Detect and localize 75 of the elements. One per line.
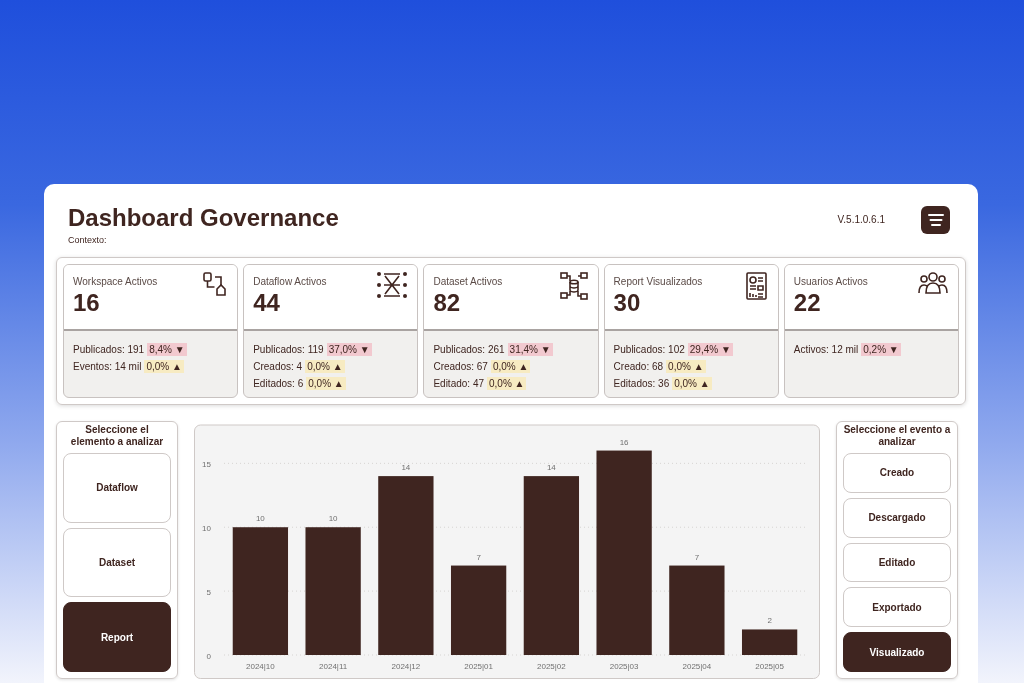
kpi-title: Report Visualizados: [613, 276, 703, 287]
users-icon: [917, 271, 949, 295]
dashboard-title: Dashboard Governance: [68, 204, 340, 232]
y-axis-label: 5: [206, 588, 211, 598]
filter-button[interactable]: Dataflow: [63, 453, 171, 523]
metric-label: Editados: 6: [253, 378, 304, 389]
kpi-value: 30: [613, 289, 642, 317]
metric-label: Activos: 12 mil: [793, 344, 859, 355]
metric-label: Publicados: 119: [253, 344, 324, 355]
x-axis-label: 2024|10: [246, 662, 275, 671]
x-axis-label: 2025|04: [682, 662, 712, 671]
metric-label: Eventos: 14 mil: [73, 361, 142, 372]
x-axis-label: 2024|12: [391, 662, 421, 671]
database-network-icon: [558, 271, 589, 301]
metric-label: Publicados: 191: [73, 344, 145, 355]
change-badge: 29,4% ▼: [687, 343, 733, 356]
context-label: Contexto:: [68, 235, 108, 245]
kpi-title: Dataflow Activos: [253, 276, 327, 287]
kpi-value: 82: [433, 289, 462, 317]
change-badge: 31,4% ▼: [507, 343, 553, 356]
change-badge: 0,0% ▲: [144, 360, 184, 373]
version-label: V.5.1.0.6.1: [837, 214, 885, 225]
change-badge: 0,0% ▲: [487, 377, 527, 390]
y-axis-label: 10: [202, 524, 211, 534]
kpi-value: 44: [253, 289, 281, 317]
change-badge: 0,0% ▲: [305, 360, 345, 373]
selector-heading: Seleccione el elemento a analizar: [69, 424, 165, 448]
workspace-icon: [202, 271, 229, 297]
change-badge: 0,0% ▲: [306, 377, 346, 390]
x-axis-label: 2024|11: [319, 662, 348, 671]
filter-button[interactable]: Report: [63, 602, 171, 672]
change-badge: 0,0% ▲: [672, 377, 712, 390]
data-label: 7: [694, 552, 700, 562]
metric-label: Publicados: 102: [613, 344, 685, 355]
data-label: 10: [255, 514, 265, 524]
y-axis-label: 15: [202, 460, 211, 470]
data-label: 10: [328, 514, 338, 524]
metric-label: Editados: 36: [613, 378, 670, 389]
menu-icon: [927, 214, 944, 226]
kpi-title: Usuarios Activos: [793, 276, 868, 287]
menu-button[interactable]: [921, 206, 950, 234]
metric-label: Creados: 67: [433, 361, 488, 372]
x-axis-label: 2025|05: [755, 662, 784, 671]
change-badge: 0,0% ▲: [666, 360, 706, 373]
data-label: 14: [546, 463, 556, 473]
filter-button[interactable]: Visualizado: [843, 632, 951, 672]
kpi-value: 16: [73, 289, 101, 317]
filter-button[interactable]: Creado: [843, 453, 951, 493]
kpi-title: Dataset Activos: [433, 276, 503, 287]
data-label: 14: [401, 463, 411, 473]
selector-heading: Seleccione el evento a analizar: [843, 424, 951, 448]
x-axis-label: 2025|01: [464, 662, 493, 671]
report-document-icon: [744, 271, 769, 301]
change-badge: 37,0% ▼: [326, 343, 372, 356]
bar: [742, 629, 798, 655]
data-label: 7: [476, 552, 481, 562]
filter-button[interactable]: Descargado: [843, 497, 951, 538]
x-axis-label: 2025|02: [537, 662, 566, 671]
filter-button[interactable]: Dataset: [63, 527, 171, 598]
filter-button[interactable]: Editado: [843, 542, 951, 583]
y-axis-label: 0: [206, 652, 211, 661]
metric-label: Creado: 68: [613, 361, 664, 372]
change-badge: 0,2% ▼: [861, 343, 901, 356]
metric-label: Editado: 47: [433, 378, 484, 389]
network-diagram-icon: [376, 271, 409, 299]
x-axis-label: 2025|03: [609, 662, 639, 671]
data-label: 16: [619, 437, 629, 447]
kpi-value: 22: [793, 289, 822, 317]
metric-label: Creados: 4: [253, 361, 303, 372]
kpi-title: Workspace Activos: [73, 276, 158, 287]
data-label: 2: [767, 616, 772, 626]
change-badge: 0,0% ▲: [490, 360, 531, 373]
metric-label: Publicados: 261: [433, 344, 505, 355]
change-badge: 8,4% ▼: [147, 343, 187, 356]
filter-button[interactable]: Exportado: [843, 587, 951, 628]
